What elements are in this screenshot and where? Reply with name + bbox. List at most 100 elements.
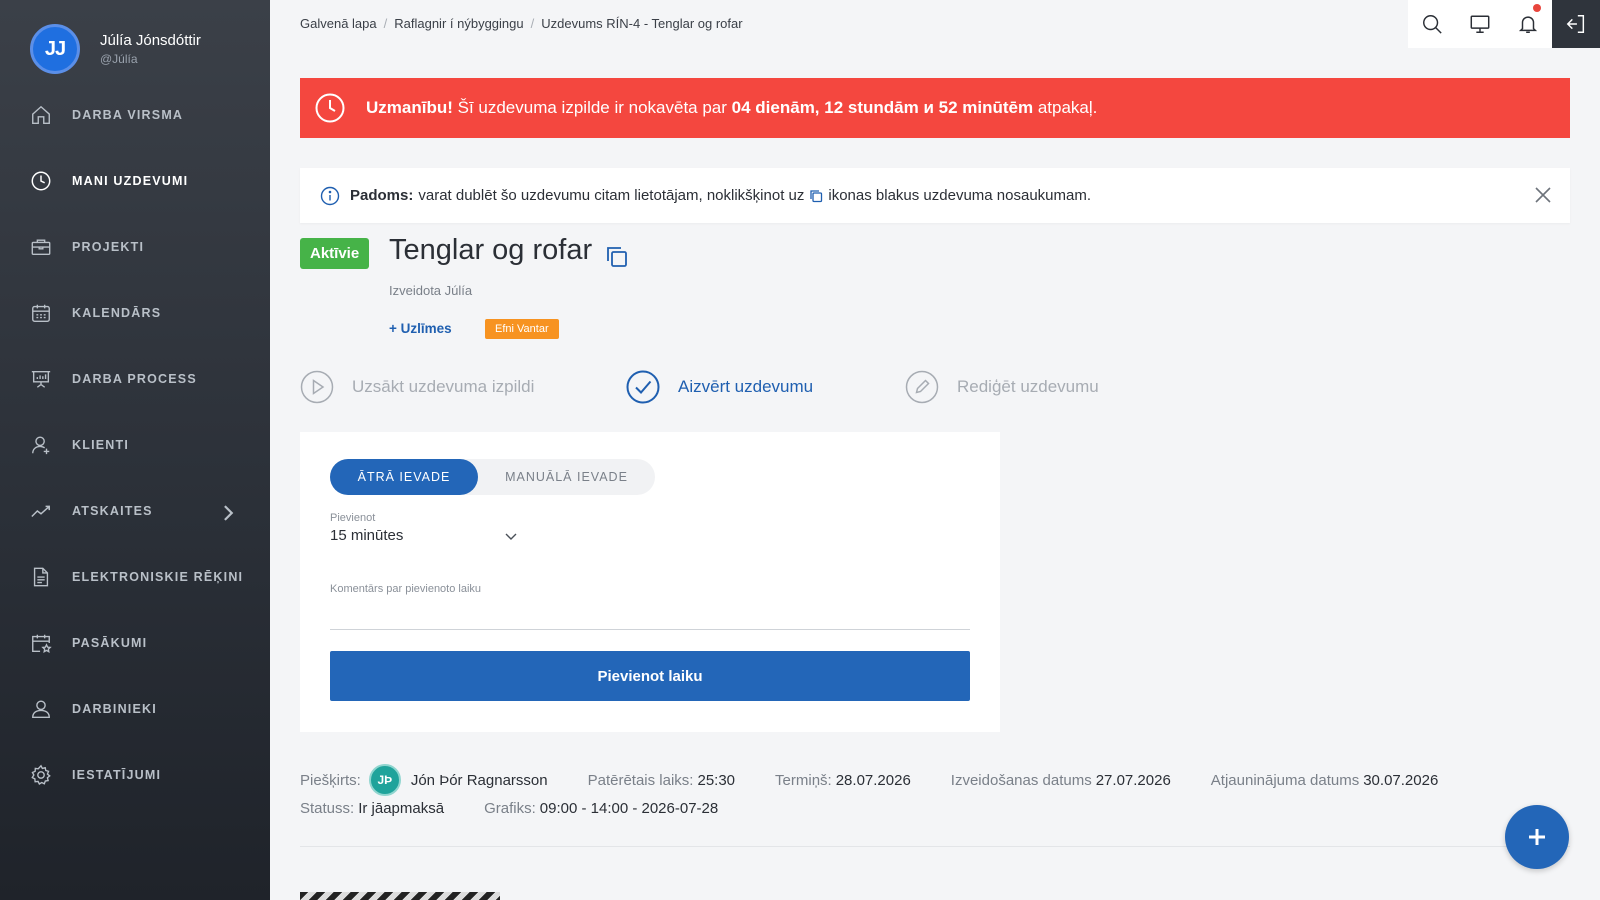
avatar[interactable]: JJ [30,24,80,74]
sidebar-item-kalendars[interactable]: KALENDĀRS [0,280,270,346]
assignee-avatar[interactable]: JÞ [368,764,401,796]
breadcrumb-home[interactable]: Galvenā lapa [300,16,377,31]
gear-icon [31,764,51,785]
alert-prefix: Uzmanību! [366,98,453,117]
sidebar-item-label: KALENDĀRS [72,306,162,320]
meta-key: Grafiks: [484,799,536,817]
divider [300,846,1570,847]
meta-time-spent: Patērētais laiks: 25:30 [588,772,735,789]
monitor-button[interactable] [1456,0,1504,48]
sidebar-item-label: KLIENTI [72,438,130,452]
tab-quick-entry[interactable]: ĀTRĀ IEVADE [330,459,478,495]
home-icon [32,105,50,124]
clock-alert-icon [315,93,345,123]
meta-status: Statuss: Ir jāapmaksā [300,800,444,817]
notifications-button[interactable] [1504,0,1552,48]
bell-icon [1518,16,1538,33]
tip-message: Padoms: varat dublēt šo uzdevumu citam l… [350,187,1091,204]
play-icon [300,370,334,404]
time-entry-card: ĀTRĀ IEVADE MANUĀLĀ IEVADE Pievienot 15 … [300,432,1000,732]
start-task-label: Uzsākt uzdevuma izpildi [352,377,535,396]
sidebar-item-elektroniskie-rekini[interactable]: ELEKTRONISKIE RĒĶINI [0,544,270,610]
notification-dot [1533,4,1541,12]
sidebar-item-label: MANI UZDEVUMI [72,174,189,188]
sidebar: JJ Júlía Jónsdóttir @Júlía DARBA VIRSMA … [0,0,270,900]
breadcrumb-task: Uzdevums RÍN-4 - Tenglar og rofar [541,16,743,31]
tag-badge[interactable]: Efni Vantar [485,319,559,339]
user-name: Júlía Jónsdóttir [100,32,201,49]
entry-mode-toggle: ĀTRĀ IEVADE MANUĀLĀ IEVADE [330,459,655,495]
tip-text-1: varat dublēt šo uzdevumu citam lietotāja… [418,187,805,204]
copy-icon[interactable] [604,244,630,270]
close-task-button[interactable]: Aizvērt uzdevumu [626,370,813,404]
start-task-button[interactable]: Uzsākt uzdevuma izpildi [300,370,534,404]
meta-value: 28.07.2026 [835,771,911,789]
attachment-thumbnail[interactable] [300,892,500,900]
sidebar-item-label: DARBA VIRSMA [72,108,184,122]
sidebar-item-darba-virsma[interactable]: DARBA VIRSMA [0,82,270,148]
meta-key: Atjauninājuma datums [1210,771,1360,789]
meta-value: 30.07.2026 [1363,771,1439,789]
sidebar-item-label: PROJEKTI [72,240,145,254]
sidebar-nav: DARBA VIRSMA MANI UZDEVUMI PROJEKTI KALE… [0,82,270,808]
sidebar-item-mani-uzdevumi[interactable]: MANI UZDEVUMI [0,148,270,214]
status-badge: Aktīvie [300,238,370,269]
sidebar-item-iestatijumi[interactable]: IESTATĪJUMI [0,742,270,808]
sidebar-item-klienti[interactable]: KLIENTI [0,412,270,478]
meta-key: Termiņš: [775,771,832,789]
search-button[interactable] [1408,0,1456,48]
tip-text-2: ikonas blakus uzdevuma nosaukumam. [828,187,1092,204]
search-icon [1423,15,1442,34]
logout-button[interactable] [1552,0,1600,48]
add-button[interactable] [1505,805,1569,869]
add-time-button[interactable]: Pievienot laiku [330,651,970,701]
sidebar-item-pasakumi[interactable]: PASĀKUMI [0,610,270,676]
user-profile[interactable]: JJ Júlía Jónsdóttir @Júlía [30,24,201,74]
add-tags-link[interactable]: + Uzlīmes [389,321,452,336]
document-icon [33,567,49,587]
meta-created-date: Izveidošanas datums 27.07.2026 [951,772,1171,789]
sidebar-item-darbinieki[interactable]: DARBINIEKI [0,676,270,742]
meta-value: 25:30 [697,771,736,789]
tab-manual-entry[interactable]: MANUĀLĀ IEVADE [478,459,655,495]
page-title: Tenglar og rofar [389,234,593,266]
close-task-label: Aizvērt uzdevumu [678,377,814,396]
meta-row: Piešķirts: JÞ Jón Þór Ragnarsson Patērēt… [300,764,1478,796]
sidebar-item-label: ATSKAITES [72,504,153,518]
edit-task-label: Rediģēt uzdevumu [957,377,1099,396]
meta-value: Ir jāapmaksā [358,799,445,817]
chevron-down-icon[interactable] [504,532,518,542]
plus-icon [1529,829,1545,845]
add-time-label: Pievienot [330,512,376,524]
chart-line-icon [31,505,50,518]
sidebar-item-label: PASĀKUMI [72,636,148,650]
user-handle: @Júlía [100,52,138,66]
alert-text-2: atpakaļ. [1033,98,1098,117]
meta-key: Patērētais laiks: [587,771,694,789]
close-icon[interactable] [1534,186,1552,204]
meta-key: Izveidošanas datums [950,771,1092,789]
sidebar-item-label: DARBINIEKI [72,702,157,716]
sidebar-item-projekti[interactable]: PROJEKTI [0,214,270,280]
breadcrumb-project[interactable]: Raflagnir í nýbyggingu [394,16,523,31]
meta-due-date: Termiņš: 28.07.2026 [775,772,911,789]
alert-text-1: Šī uzdevuma izpilde ir nokavēta par [452,98,732,117]
calendar-icon [32,304,50,322]
assignee-name[interactable]: Jón Þór Ragnarsson [411,772,548,789]
breadcrumb-separator: / [383,16,388,31]
overdue-alert: Uzmanību! Šī uzdevuma izpilde ir nokavēt… [300,78,1570,138]
info-icon [320,186,340,205]
chevron-right-icon [224,505,234,521]
breadcrumb-separator: / [530,16,535,31]
edit-task-button[interactable]: Rediģēt uzdevumu [905,370,1099,404]
check-circle-icon [626,370,660,404]
pencil-icon [905,370,939,404]
meta-value: 09:00 - 14:00 - 2026-07-28 [539,799,719,817]
sidebar-item-darba-process[interactable]: DARBA PROCESS [0,346,270,412]
tip-label: Padoms: [350,187,414,204]
meta-assignee: Piešķirts: JÞ Jón Þór Ragnarsson [300,764,548,796]
logout-icon [1566,15,1585,33]
comment-input[interactable] [330,629,970,630]
duration-select[interactable]: 15 minūtes [330,527,403,544]
sidebar-item-atskaites[interactable]: ATSKAITES [0,478,270,544]
